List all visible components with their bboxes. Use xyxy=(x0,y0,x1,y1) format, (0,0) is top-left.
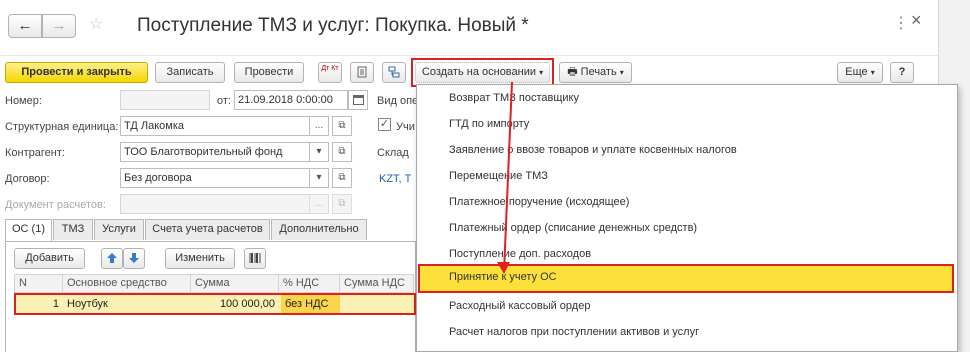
select-ellipsis-button[interactable]: ... xyxy=(309,194,329,214)
post-and-close-button[interactable]: Провести и закрыть xyxy=(5,62,148,83)
print-label: Печать xyxy=(580,66,617,78)
warehouse-label: Склад xyxy=(377,147,409,159)
column-header-vat-rate[interactable]: % НДС xyxy=(279,275,340,292)
chevron-down-icon[interactable]: ▾ xyxy=(309,168,329,188)
open-icon[interactable]: ⧉ xyxy=(332,168,352,188)
column-header-n[interactable]: N xyxy=(15,275,63,292)
create-based-on-button[interactable]: Создать на основании ▾ xyxy=(415,62,550,83)
printer-icon: 🖶 xyxy=(567,66,578,78)
column-header-vat-amount[interactable]: Сумма НДС xyxy=(340,275,414,292)
menu-item-tmz-transfer[interactable]: Перемещение ТМЗ xyxy=(418,163,954,189)
row-number: 1 xyxy=(52,298,59,310)
column-header-amount[interactable]: Сумма xyxy=(191,275,279,292)
account-checkbox[interactable]: ✓ xyxy=(378,118,391,131)
chevron-down-icon: ▾ xyxy=(870,68,875,77)
tab-services[interactable]: Услуги xyxy=(94,219,144,240)
more-label: Еще xyxy=(845,66,868,78)
menu-item-tax-calculation[interactable]: Расчет налогов при поступлении активов и… xyxy=(418,319,954,345)
structural-unit-label: Структурная единица: xyxy=(5,121,119,133)
column-header-asset[interactable]: Основное средство xyxy=(63,275,191,292)
dt-kt-label: Дт Кт xyxy=(321,65,339,72)
number-field[interactable] xyxy=(120,90,210,110)
account-checkbox-label: Учи xyxy=(396,121,415,133)
counterparty-field[interactable]: ТОО Благотворительный фонд xyxy=(120,142,310,162)
structure-icon[interactable] xyxy=(382,62,406,83)
tab-os[interactable]: ОС (1) xyxy=(5,219,52,241)
nav-forward-button[interactable]: → xyxy=(42,14,76,38)
row-amount[interactable]: 100 000,00 xyxy=(191,295,279,313)
list-icon[interactable] xyxy=(350,62,374,83)
barcode-icon[interactable] xyxy=(244,248,266,269)
create-based-on-label: Создать на основании xyxy=(421,66,537,78)
menu-item-fixed-asset-acceptance[interactable]: Принятие к учету ОС xyxy=(418,264,954,293)
help-button[interactable]: ? xyxy=(890,62,914,83)
row-vat-rate[interactable]: без НДС xyxy=(281,295,340,313)
currency-link[interactable]: KZT, Т xyxy=(379,173,411,185)
open-icon[interactable]: ⧉ xyxy=(332,194,352,214)
menu-item-import-declaration[interactable]: Заявление о ввозе товаров и уплате косве… xyxy=(418,137,954,163)
menu-item-payment-order-writeoff[interactable]: Платежный ордер (списание денежных средс… xyxy=(418,215,954,241)
chevron-down-icon: ▾ xyxy=(619,68,624,77)
counterparty-label: Контрагент: xyxy=(5,147,65,159)
contract-field[interactable]: Без договора xyxy=(120,168,310,188)
structural-unit-field[interactable]: ТД Лакомка xyxy=(120,116,310,136)
menu-item-payment-order-outgoing[interactable]: Платежное поручение (исходящее) xyxy=(418,189,954,215)
row-vat-amount[interactable] xyxy=(340,295,414,313)
menu-item-return-to-supplier[interactable]: Возврат ТМЗ поставщику xyxy=(418,85,954,111)
settlement-doc-field[interactable] xyxy=(120,194,310,214)
open-icon[interactable]: ⧉ xyxy=(332,142,352,162)
dt-kt-icon[interactable]: Дт Кт xyxy=(318,62,342,83)
move-up-button[interactable] xyxy=(101,248,123,269)
select-ellipsis-button[interactable]: ... xyxy=(309,116,329,136)
contract-label: Договор: xyxy=(5,173,50,185)
tab-additional[interactable]: Дополнительно xyxy=(271,219,367,240)
move-down-button[interactable] xyxy=(123,248,145,269)
change-button[interactable]: Изменить xyxy=(165,248,235,269)
date-field[interactable]: 21.09.2018 0:00:00 xyxy=(234,90,348,110)
print-button[interactable]: 🖶 Печать ▾ xyxy=(559,62,632,83)
close-icon[interactable]: × xyxy=(911,10,922,31)
row-asset[interactable]: Ноутбук xyxy=(63,295,191,313)
tab-settlement-accounts[interactable]: Счета учета расчетов xyxy=(145,219,270,240)
favorite-star-icon[interactable]: ☆ xyxy=(89,16,107,34)
menu-item-cash-expense-order[interactable]: Расходный кассовый ордер xyxy=(418,293,954,319)
nav-back-button[interactable]: ← xyxy=(8,14,42,38)
more-button[interactable]: Еще ▾ xyxy=(837,62,883,83)
chevron-down-icon: ▾ xyxy=(539,68,544,77)
post-button[interactable]: Провести xyxy=(234,62,304,83)
add-button[interactable]: Добавить xyxy=(14,248,85,269)
open-icon[interactable]: ⧉ xyxy=(332,116,352,136)
tab-tmz[interactable]: ТМЗ xyxy=(53,219,93,240)
settlement-doc-label: Документ расчетов: xyxy=(5,199,106,211)
operation-type-label: Вид опе xyxy=(377,95,419,107)
menu-item-customs-import[interactable]: ГТД по импорту xyxy=(418,111,954,137)
number-label: Номер: xyxy=(5,95,42,107)
chevron-down-icon[interactable]: ▾ xyxy=(309,142,329,162)
calendar-icon[interactable] xyxy=(348,90,368,110)
date-from-label: от: xyxy=(217,95,231,107)
save-button[interactable]: Записать xyxy=(155,62,225,83)
page-title: Поступление ТМЗ и услуг: Покупка. Новый … xyxy=(137,15,529,36)
more-vertical-icon[interactable]: ⋮ xyxy=(893,13,909,33)
